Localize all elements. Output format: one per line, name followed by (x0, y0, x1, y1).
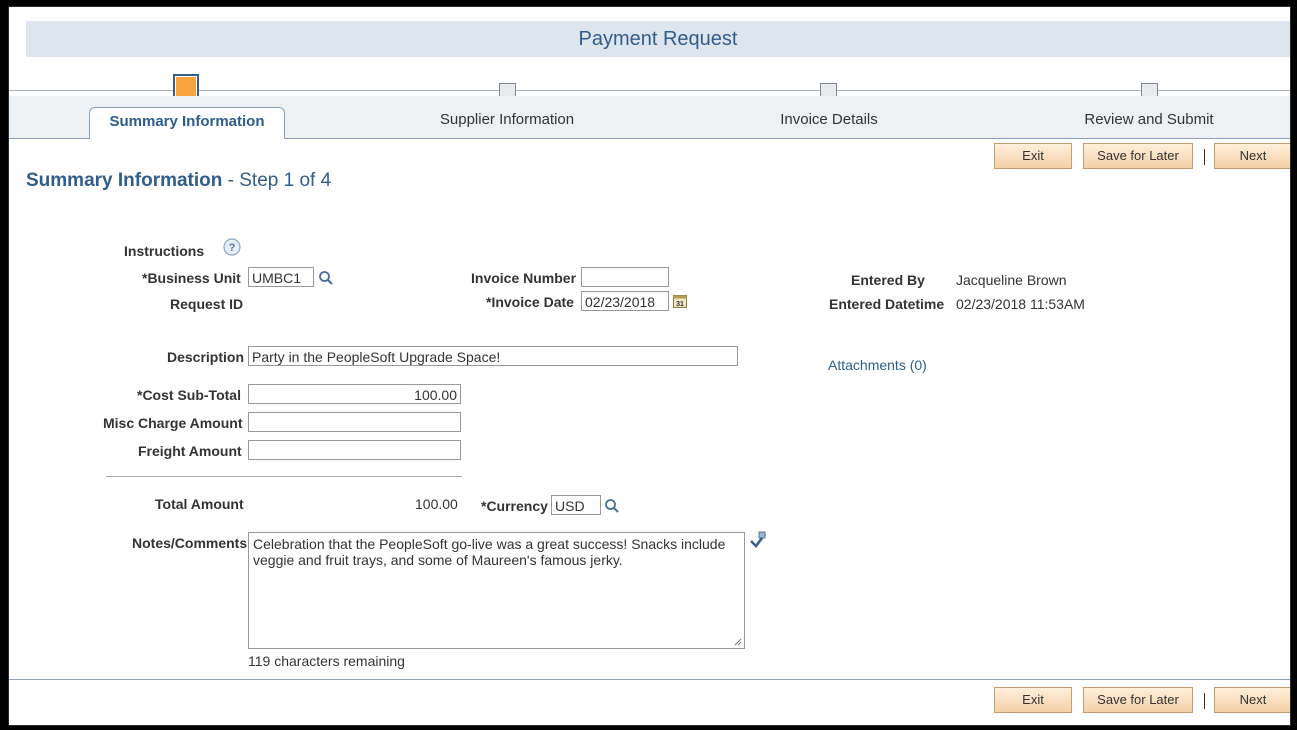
cost-subtotal-input[interactable]: 100.00 (248, 384, 461, 404)
svg-text:31: 31 (676, 301, 684, 308)
attachments-link[interactable]: Attachments (0) (828, 357, 927, 373)
tab-review-and-submit[interactable]: Review and Submit (1064, 106, 1234, 134)
exit-button-bottom[interactable]: Exit (994, 687, 1072, 713)
step-text: - Step 1 of 4 (222, 170, 332, 191)
currency-label: *Currency (481, 498, 548, 514)
calendar-icon[interactable]: 31 (673, 294, 687, 308)
total-amount-label: Total Amount (155, 496, 244, 512)
step-connector (9, 90, 1290, 91)
lookup-icon[interactable] (318, 270, 334, 286)
notes-label: Notes/Comments (132, 535, 248, 551)
page-frame: Payment Request Summary Information Supp… (8, 6, 1291, 726)
request-id-label: Request ID (170, 296, 244, 312)
section-title: Summary Information (26, 170, 223, 191)
freight-amount-input[interactable] (248, 440, 461, 460)
invoice-number-label: Invoice Number (471, 270, 577, 286)
misc-charge-label: Misc Charge Amount (103, 415, 243, 431)
resize-handle-icon[interactable] (734, 638, 742, 646)
instructions-label: Instructions (124, 243, 205, 259)
freight-amount-label: Freight Amount (138, 443, 242, 459)
tab-invoice-details[interactable]: Invoice Details (749, 106, 909, 134)
description-input[interactable]: Party in the PeopleSoft Upgrade Space! (248, 346, 738, 366)
cost-subtotal-label: *Cost Sub-Total (137, 387, 241, 403)
totals-divider (106, 476, 462, 477)
misc-charge-input[interactable] (248, 412, 461, 432)
business-unit-input[interactable]: UMBC1 (248, 267, 314, 287)
next-button-top[interactable]: Next (1214, 143, 1290, 169)
notes-textarea[interactable]: Celebration that the PeopleSoft go-live … (248, 532, 745, 649)
invoice-date-input[interactable]: 02/23/2018 (581, 291, 669, 311)
notes-text: Celebration that the PeopleSoft go-live … (253, 536, 726, 568)
tab-summary-information[interactable]: Summary Information (89, 107, 285, 139)
exit-button-top[interactable]: Exit (994, 143, 1072, 169)
spellcheck-icon[interactable] (749, 531, 767, 549)
description-label: Description (167, 349, 245, 365)
entered-datetime-label: Entered Datetime (829, 296, 945, 312)
invoice-date-label: *Invoice Date (486, 294, 574, 310)
currency-lookup-icon[interactable] (604, 498, 620, 514)
save-for-later-button-bottom[interactable]: Save for Later (1083, 687, 1193, 713)
currency-input[interactable]: USD (551, 495, 601, 515)
toolbar-divider-bottom (1204, 693, 1205, 709)
section-heading: Summary Information - Step 1 of 4 (26, 170, 331, 192)
total-amount-value: 100.00 (415, 496, 458, 512)
chars-remaining: 119 characters remaining (248, 653, 405, 669)
entered-datetime-value: 02/23/2018 11:53AM (956, 296, 1085, 312)
title-bar: Payment Request (26, 21, 1290, 57)
help-icon[interactable]: ? (223, 238, 241, 256)
toolbar-divider (1204, 149, 1205, 165)
page-title: Payment Request (578, 28, 738, 50)
tab-supplier-information[interactable]: Supplier Information (407, 106, 607, 134)
footer-divider (9, 679, 1290, 680)
svg-text:?: ? (229, 242, 236, 254)
invoice-number-input[interactable] (581, 267, 669, 287)
business-unit-label: *Business Unit (142, 270, 241, 286)
save-for-later-button-top[interactable]: Save for Later (1083, 143, 1193, 169)
entered-by-label: Entered By (851, 272, 925, 288)
entered-by-value: Jacqueline Brown (956, 272, 1067, 288)
next-button-bottom[interactable]: Next (1214, 687, 1290, 713)
